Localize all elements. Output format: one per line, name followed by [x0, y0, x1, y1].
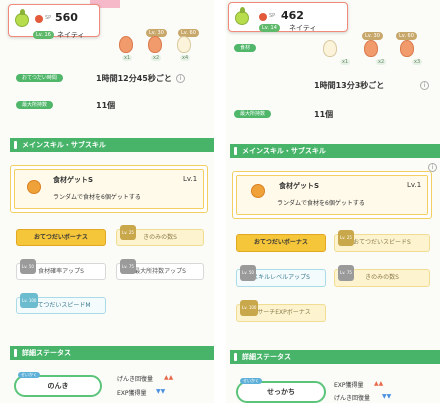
right-panel: SP 462 Lv. 14 ネイティ Lv. 30 Lv. 60 x1 x2 x… [226, 0, 440, 403]
level-tag: Lv. 14 [259, 24, 280, 32]
info-icon[interactable]: i [176, 74, 185, 83]
sp-label: SP [269, 13, 276, 19]
ingredient-tomato-icon [400, 40, 414, 57]
section-header-skills: メインスキル・サブスキル [10, 138, 214, 152]
subskill-lv-tag: Lv. 50 [20, 259, 36, 274]
sp-value: 462 [281, 9, 304, 22]
main-skill-description: ランダムで食材を6個ゲットする [277, 200, 365, 207]
subskill-button[interactable]: Lv. 75 最大所持数アップS [116, 259, 204, 280]
section-header-skills: メインスキル・サブスキル [230, 144, 440, 158]
apple-icon [251, 184, 265, 198]
pokemon-icon [15, 9, 29, 27]
ingredient-count: x2 [376, 59, 387, 65]
pokemon-header-card[interactable]: SP 462 Lv. 14 ネイティ [228, 2, 348, 32]
main-skill-name: 食材ゲットS [279, 182, 320, 190]
subskill-lv-tag: Lv. 25 [120, 225, 136, 240]
level-tag: Lv. 16 [33, 31, 54, 39]
arrow-down-icon: ▼▼ [156, 388, 166, 395]
ingredient-egg-icon [177, 36, 191, 53]
subskill-lv-tag: Lv. 50 [240, 265, 256, 281]
subskill-button[interactable]: おてつだいボーナス [16, 229, 106, 246]
sp-icon [35, 15, 43, 23]
main-skill-card[interactable]: 食材ゲットS Lv.1 ランダムで食材を6個ゲットする [10, 165, 208, 213]
ingredient-count: x1 [340, 59, 351, 65]
ingredient-label: 食材 [234, 44, 257, 52]
subskill-button[interactable]: Lv. 50 食材確率アップS [16, 259, 106, 280]
subskill-lv-tag: Lv. 100 [240, 300, 259, 316]
info-icon[interactable]: i [420, 81, 429, 90]
ingredient-lv-tag: Lv. 60 [396, 32, 417, 40]
subskill-lv-tag: Lv. 25 [338, 230, 354, 246]
stat-down-label: げんき回復量 [334, 395, 371, 402]
pokemon-name: ネイティ [57, 31, 85, 39]
subskill-button[interactable]: Lv. 25 きのみの数S [116, 225, 204, 246]
max-carry-value: 11個 [314, 110, 334, 119]
nature-name: のんき [47, 382, 69, 390]
arrow-up-icon: ▲▲ [374, 380, 384, 387]
arrow-up-icon: ▲▲ [164, 374, 174, 381]
ingredient-lv-tag: Lv. 30 [362, 32, 383, 40]
main-skill-level: Lv.1 [407, 181, 422, 189]
subskill-button[interactable]: Lv. 100 リサーチEXPボーナス [236, 300, 326, 322]
ingredient-egg-icon [323, 40, 337, 57]
subskill-lv-tag: Lv. 100 [20, 293, 39, 308]
main-skill-name: 食材ゲットS [53, 176, 94, 184]
help-time-value: 1時間13分3秒ごと [314, 81, 385, 90]
panel-divider [214, 0, 226, 403]
subskill-lv-tag: Lv. 75 [338, 265, 354, 281]
section-header-stats: 詳細ステータス [10, 346, 214, 360]
subskill-button[interactable]: Lv. 75 きのみの数S [334, 265, 430, 287]
pokemon-name: ネイティ [289, 24, 317, 32]
max-carry-label: 最大所持数 [16, 101, 54, 109]
ingredient-tomato-icon [148, 36, 162, 53]
left-panel: SP 560 Lv. 16 ネイティ Lv. 30 Lv. 60 x1 x2 x… [0, 0, 214, 403]
subskill-label: おてつだいボーナス [254, 239, 308, 246]
subskill-button[interactable]: Lv. 50 スキルレベルアップS [236, 265, 326, 287]
ingredient-count: x2 [151, 55, 162, 61]
main-skill-level: Lv.1 [183, 175, 198, 183]
nature-box[interactable]: のんき [14, 375, 102, 397]
stat-up-label: げんき回復量 [117, 376, 154, 383]
subskill-label: おてつだいボーナス [34, 234, 88, 241]
sp-label: SP [45, 15, 52, 21]
nature-box[interactable]: せっかち [236, 381, 326, 403]
nature-name: せっかち [267, 388, 295, 396]
help-time-value: 1時間12分45秒ごと [96, 74, 172, 83]
pokemon-icon [235, 7, 249, 25]
subskill-button[interactable]: Lv. 25 おてつだいスピードS [334, 230, 430, 252]
nature-tag: せいかく [18, 372, 40, 378]
sp-value: 560 [55, 11, 78, 24]
help-time-label: おてつだい時間 [16, 74, 63, 82]
subskill-button[interactable]: Lv. 100 おてつだいスピードM [16, 293, 106, 314]
pokemon-header-card[interactable]: SP 560 Lv. 16 ネイティ [8, 4, 100, 39]
main-skill-description: ランダムで食材を6個ゲットする [53, 194, 141, 201]
sp-icon [259, 13, 267, 21]
stat-up-label: EXP獲得量 [334, 382, 364, 389]
subskill-lv-tag: Lv. 75 [120, 259, 136, 274]
ingredient-tomato-icon [119, 36, 133, 53]
ingredient-count: x3 [412, 59, 423, 65]
main-skill-inner: 食材ゲットS Lv.1 ランダムで食材を6個ゲットする [14, 169, 204, 209]
subskill-button[interactable]: おてつだいボーナス [236, 234, 326, 252]
ingredient-count: x4 [180, 55, 191, 61]
main-skill-inner: 食材ゲットS Lv.1 ランダムで食材を6個ゲットする [236, 175, 428, 215]
nature-tag: せいかく [240, 378, 262, 384]
max-carry-label: 最大所持数 [234, 110, 272, 118]
section-header-stats: 詳細ステータス [230, 350, 440, 364]
apple-icon [27, 180, 41, 194]
arrow-down-icon: ▼▼ [382, 393, 392, 400]
ingredient-tomato-icon [364, 40, 378, 57]
max-carry-value: 11個 [96, 101, 116, 110]
ingredient-count: x1 [122, 55, 133, 61]
stat-down-label: EXP獲得量 [117, 390, 147, 397]
main-skill-card[interactable]: 食材ゲットS Lv.1 ランダムで食材を6個ゲットする [232, 171, 432, 219]
